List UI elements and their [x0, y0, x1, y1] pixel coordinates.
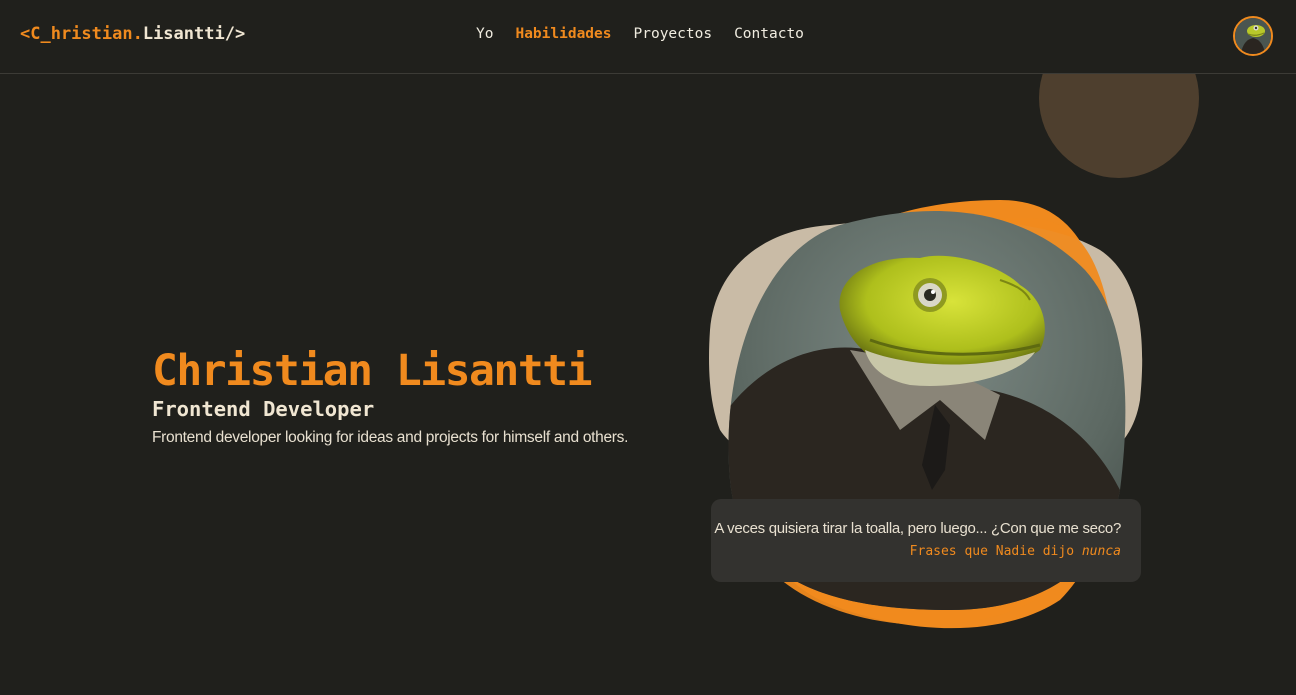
- quote-source-prefix: Frases que Nadie dijo: [909, 544, 1082, 559]
- quote-text: A veces quisiera tirar la toalla, pero l…: [714, 520, 1121, 537]
- nav-link-yo[interactable]: Yo: [476, 26, 493, 42]
- frog-avatar-icon: [1235, 18, 1271, 54]
- quote-source: Frases que Nadie dijo nunca: [711, 544, 1121, 559]
- logo-prefix: <C_hristian.: [20, 24, 143, 44]
- hero-role: Frontend Developer: [152, 397, 375, 421]
- navbar: <C_hristian.Lisantti/> Yo Habilidades Pr…: [0, 0, 1296, 74]
- site-logo[interactable]: <C_hristian.Lisantti/>: [20, 24, 245, 44]
- nav-link-habilidades[interactable]: Habilidades: [515, 26, 611, 42]
- hero-name: Christian Lisantti: [152, 346, 593, 396]
- main-nav: Yo Habilidades Proyectos Contacto: [476, 26, 826, 42]
- nav-link-contacto[interactable]: Contacto: [734, 26, 804, 42]
- quote-card: A veces quisiera tirar la toalla, pero l…: [711, 499, 1141, 582]
- nav-link-proyectos[interactable]: Proyectos: [634, 26, 713, 42]
- avatar[interactable]: [1233, 16, 1273, 56]
- logo-suffix: Lisantti/>: [142, 24, 246, 44]
- quote-source-emphasis: nunca: [1081, 544, 1121, 559]
- hero-intro: Christian Lisantti Frontend Developer Fr…: [152, 345, 692, 447]
- hero-description: Frontend developer looking for ideas and…: [152, 429, 629, 446]
